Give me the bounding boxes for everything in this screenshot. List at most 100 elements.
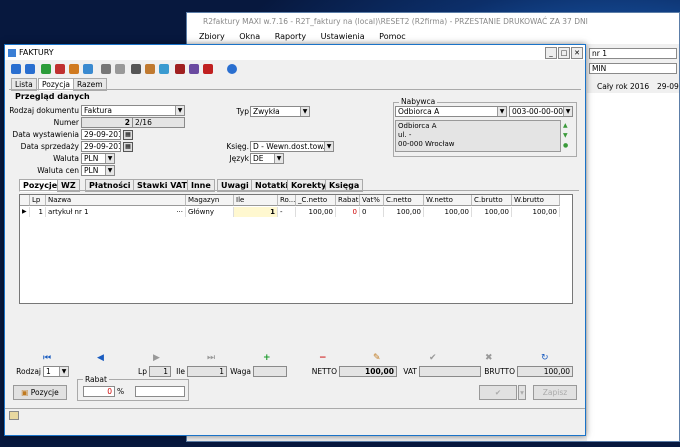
- minimize-button[interactable]: _: [545, 47, 557, 59]
- pozycje-button[interactable]: ▣ Pozycje: [13, 385, 67, 400]
- help-icon[interactable]: [227, 64, 237, 74]
- refresh-icon[interactable]: [83, 64, 93, 74]
- nav-prev-icon[interactable]: ◀: [97, 353, 104, 363]
- cell-wnetto[interactable]: 100,00: [424, 207, 472, 217]
- cell-ro[interactable]: -: [278, 207, 296, 217]
- nav-delete-icon[interactable]: −: [319, 353, 327, 363]
- nav-first-icon[interactable]: ⏮: [43, 353, 51, 363]
- ksieg-select[interactable]: D - Wewn.dost.tow. ▼: [250, 141, 334, 152]
- ellipsis-icon[interactable]: ···: [176, 207, 183, 217]
- rabat-extra-field[interactable]: [135, 386, 185, 397]
- grid-header-cbrutto[interactable]: C.brutto: [472, 195, 512, 206]
- print-icon[interactable]: [101, 64, 111, 74]
- nav-last-icon[interactable]: ⏭: [207, 353, 215, 363]
- rabat-field[interactable]: 0: [83, 386, 115, 397]
- cell-cnetto[interactable]: 100,00: [384, 207, 424, 217]
- bg-field-min[interactable]: MIN: [589, 63, 677, 74]
- ksieg-label: Księg.: [226, 142, 249, 151]
- grid-header-wbrutto[interactable]: W.brutto: [512, 195, 560, 206]
- menu-pomoc[interactable]: Pomoc: [379, 32, 406, 41]
- grid-header-rabat[interactable]: Rabat: [336, 195, 360, 206]
- menu-zbiory[interactable]: Zbiory: [199, 32, 225, 41]
- cell-rabat[interactable]: 0: [336, 207, 360, 217]
- nabywca-address: Odbiorca A ul. - 00-000 Wrocław: [395, 120, 561, 152]
- nav-confirm-icon[interactable]: ✔: [429, 353, 437, 363]
- jezyk-select[interactable]: DE ▼: [250, 153, 284, 164]
- typ-select[interactable]: Zwykła ▼: [250, 106, 310, 117]
- waluta-cen-select[interactable]: PLN ▼: [81, 165, 115, 176]
- footer-rodzaj-select[interactable]: 1 ▼: [43, 366, 69, 377]
- ksieg-value: D - Wewn.dost.tow.: [253, 142, 326, 151]
- grid-header-lp[interactable]: Lp: [30, 195, 46, 206]
- add-icon[interactable]: [41, 64, 51, 74]
- zapisz-button[interactable]: Zapisz: [533, 385, 577, 400]
- positions-grid[interactable]: Lp Nazwa Magazyn Ile Ro... _C.netto Raba…: [19, 194, 573, 304]
- close-button[interactable]: ✕: [571, 47, 583, 59]
- cell-magazyn[interactable]: Główny: [186, 207, 234, 217]
- cell-nazwa[interactable]: artykuł nr 1 ···: [46, 207, 186, 217]
- first-icon[interactable]: [11, 64, 21, 74]
- calendar-icon[interactable]: ▦: [123, 130, 133, 140]
- rabat-unit: %: [117, 387, 125, 396]
- cell-vat[interactable]: 0: [360, 207, 384, 217]
- grid-header-cnetto0[interactable]: _C.netto: [296, 195, 336, 206]
- status-divider: [5, 408, 585, 409]
- status-icons: ▲ ▼ ●: [563, 122, 569, 149]
- footer-lp-label: Lp: [138, 367, 147, 376]
- address-line-3: 00-000 Wrocław: [398, 140, 455, 148]
- cell-cbrutto[interactable]: 100,00: [472, 207, 512, 217]
- grid-header-cnetto[interactable]: C.netto: [384, 195, 424, 206]
- subtab-divider: [19, 190, 579, 191]
- jezyk-label: Język: [229, 154, 249, 163]
- edit-icon[interactable]: [69, 64, 79, 74]
- waluta-select[interactable]: PLN ▼: [81, 153, 115, 164]
- grid-header-indicator: [20, 195, 30, 206]
- data-sprzedazy-field[interactable]: 29-09-2016: [81, 141, 121, 152]
- grid-header-ro[interactable]: Ro...: [278, 195, 296, 206]
- accept-button[interactable]: ✔: [479, 385, 517, 400]
- tools-icon[interactable]: [145, 64, 155, 74]
- background-window-title: R2faktury MAXI w.7.16 - R2T_faktury na (…: [187, 13, 679, 30]
- nav-refresh-icon[interactable]: ↻: [541, 353, 549, 363]
- nabywca-code-select[interactable]: 003-00-00-000 ▼: [509, 106, 573, 117]
- nabywca-name: Odbiorca A: [398, 107, 440, 116]
- filter-icon[interactable]: [159, 64, 169, 74]
- rodzaj-select[interactable]: Faktura ▼: [81, 105, 185, 116]
- delete-icon[interactable]: [55, 64, 65, 74]
- grid-header-wnetto[interactable]: W.netto: [424, 195, 472, 206]
- app-icon: [8, 49, 16, 57]
- footer-ile-field: 1: [187, 366, 227, 377]
- maximize-button[interactable]: □: [558, 47, 570, 59]
- footer-vat-label: VAT: [403, 367, 417, 376]
- nav-next-icon[interactable]: ▶: [153, 353, 160, 363]
- nabywca-select[interactable]: Odbiorca A ▼: [395, 106, 507, 117]
- find-icon[interactable]: [131, 64, 141, 74]
- grid-header-ile[interactable]: Ile: [234, 195, 278, 206]
- pdf-icon[interactable]: [203, 64, 213, 74]
- nav-cancel-icon[interactable]: ✖: [485, 353, 493, 363]
- grid-header-magazyn[interactable]: Magazyn: [186, 195, 234, 206]
- cell-ile[interactable]: 1: [234, 207, 278, 217]
- nav-add-icon[interactable]: +: [263, 353, 271, 363]
- bg-field-nr[interactable]: nr 1: [589, 48, 677, 59]
- copy-icon[interactable]: [115, 64, 125, 74]
- menu-ustawienia[interactable]: Ustawienia: [321, 32, 365, 41]
- cell-cnetto0[interactable]: 100,00: [296, 207, 336, 217]
- waluta-cen-value: PLN: [84, 166, 99, 175]
- cell-wbrutto[interactable]: 100,00: [512, 207, 560, 217]
- export-icon[interactable]: [189, 64, 199, 74]
- last-icon[interactable]: [25, 64, 35, 74]
- numer-field[interactable]: 2: [81, 117, 133, 128]
- grid-header-vat[interactable]: Vat%: [360, 195, 384, 206]
- accept-dropdown-button[interactable]: ▾: [518, 385, 526, 400]
- menu-raporty[interactable]: Raporty: [275, 32, 306, 41]
- menu-okna[interactable]: Okna: [239, 32, 260, 41]
- waluta-label: Waluta: [53, 154, 79, 163]
- chevron-down-icon: ▼: [105, 166, 114, 175]
- cell-lp[interactable]: 1: [30, 207, 46, 217]
- grid-header-nazwa[interactable]: Nazwa: [46, 195, 186, 206]
- nav-edit-icon[interactable]: ✎: [373, 353, 381, 363]
- document-icon[interactable]: [175, 64, 185, 74]
- data-wystawienia-field[interactable]: 29-09-2016: [81, 129, 121, 140]
- calendar-icon[interactable]: ▦: [123, 142, 133, 152]
